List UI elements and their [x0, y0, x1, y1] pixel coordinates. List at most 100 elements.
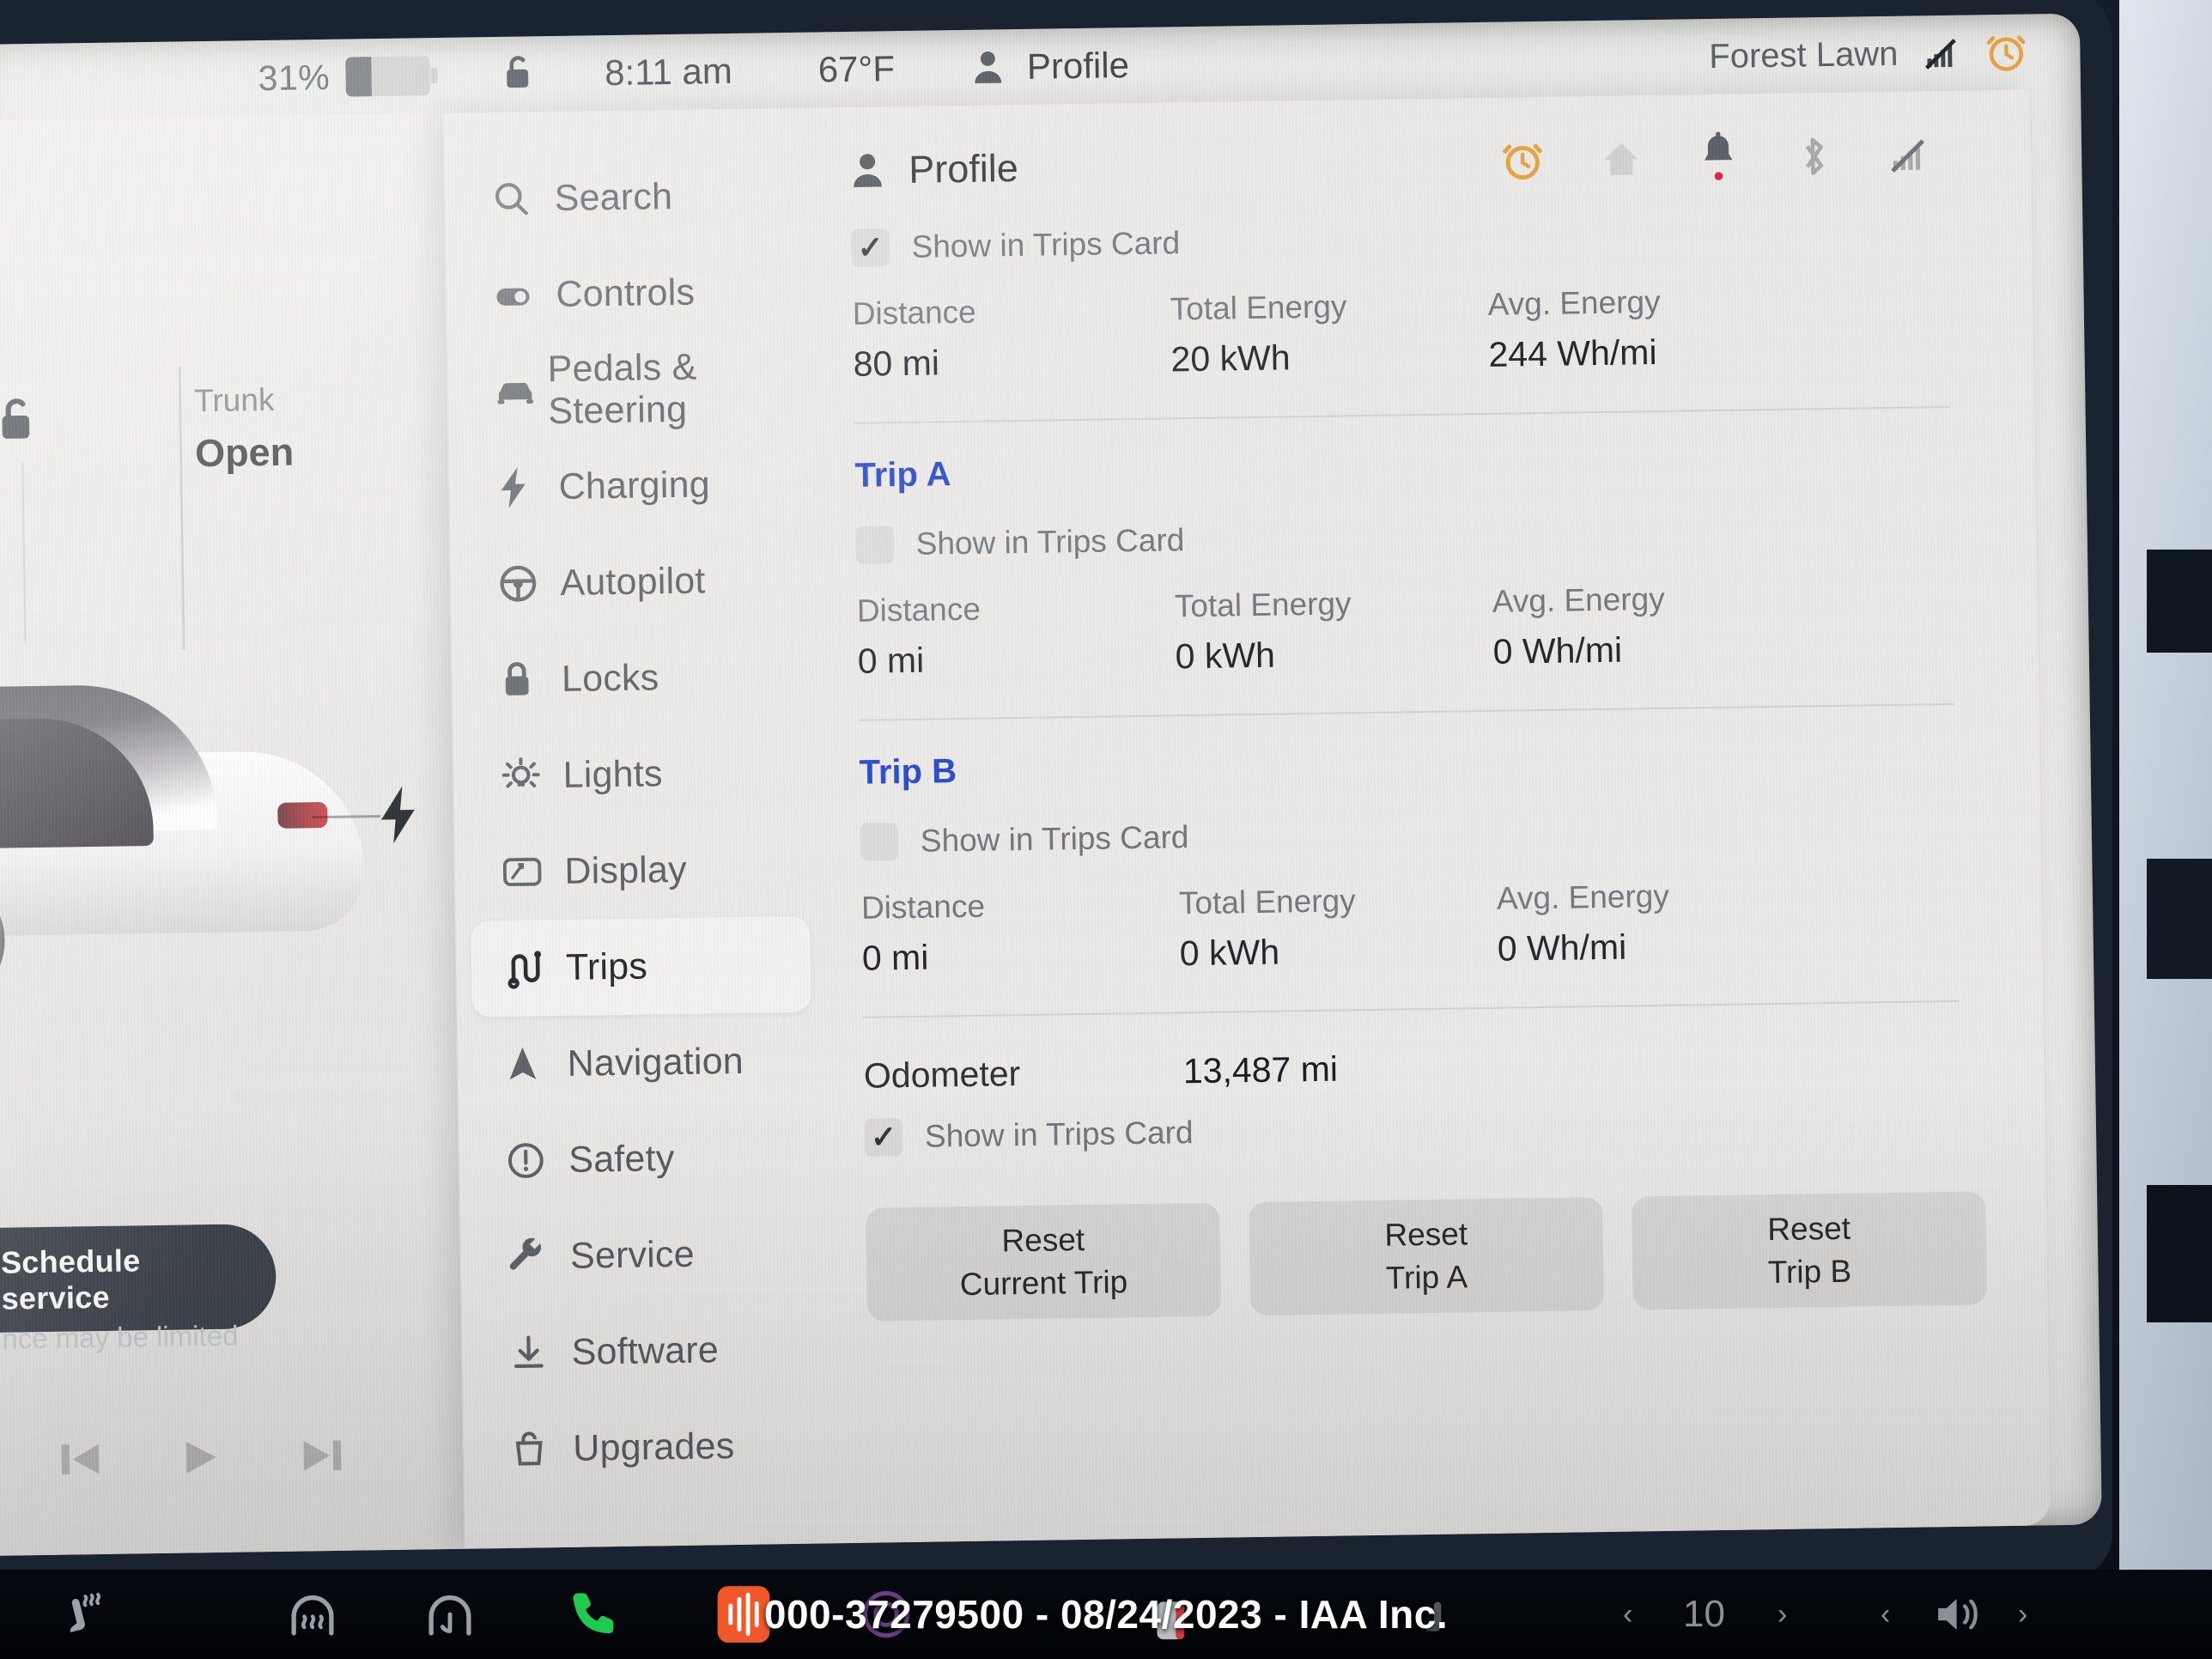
schedule-service-banner[interactable]: Schedule service nce may be limited [0, 1223, 277, 1355]
callout-line [178, 366, 185, 650]
sidebar-item-service[interactable]: Service [475, 1205, 816, 1306]
profile-button[interactable]: Profile [972, 45, 1130, 88]
stat-value: 0 Wh/mi [1492, 629, 1623, 672]
reset-trip-a-button[interactable]: Reset Trip A [1249, 1197, 1605, 1316]
page-title: Profile [850, 146, 1018, 193]
reset-trip-b-button[interactable]: Reset Trip B [1632, 1191, 1988, 1310]
checkbox-checked-icon[interactable]: ✓ [851, 228, 890, 267]
trips-content: Profile ✓ Show in Trips Card Distance 80… [823, 90, 2051, 1544]
odometer-show-toggle[interactable]: ✓ Show in Trips Card [864, 1102, 1985, 1157]
background-shape [2147, 859, 2212, 979]
alarm-clock-icon[interactable] [1499, 137, 1547, 185]
media-controls [55, 1433, 348, 1482]
sidebar-item-pedals-steering[interactable]: Pedals & Steering [462, 339, 803, 441]
page-title-label: Profile [908, 145, 1019, 191]
sidebar-item-autopilot[interactable]: Autopilot [465, 532, 806, 633]
stat-key: Avg. Energy [1496, 878, 1670, 916]
home-icon[interactable] [1599, 137, 1644, 182]
trip-b-title[interactable]: Trip B [859, 737, 1979, 792]
alarm-clock-icon[interactable] [1984, 30, 2029, 76]
temperature-increase-button[interactable]: › [1778, 1598, 1787, 1632]
toggle-icon [492, 274, 556, 316]
sidebar-item-locks[interactable]: Locks [466, 628, 807, 729]
auction-watermark: 000-37279500 - 08/24/2023 - IAA Inc. [763, 1592, 1449, 1637]
previous-track-button[interactable] [55, 1437, 106, 1482]
unlocked-padlock-icon[interactable] [0, 394, 42, 450]
trunk-label: Trunk [193, 381, 275, 419]
vehicle-visual-panel: Trunk Open Schedule service nce may be l… [0, 112, 465, 1556]
download-icon [507, 1332, 572, 1374]
stat-value: 0 mi [861, 937, 929, 978]
defrost-rear-icon[interactable] [283, 1587, 342, 1642]
sidebar-item-label: Safety [568, 1137, 675, 1181]
next-track-button[interactable] [297, 1433, 348, 1479]
sidebar-item-navigation[interactable]: Navigation [472, 1012, 813, 1114]
volume-decrease-button[interactable]: ‹ [1881, 1598, 1890, 1632]
person-icon [972, 48, 1006, 87]
play-button[interactable] [176, 1435, 227, 1480]
outside-temperature[interactable]: 67°F [817, 48, 895, 90]
sidebar-item-safety[interactable]: Safety [474, 1109, 815, 1210]
controls-card: Search Controls Pedals & Steering Chargi… [443, 89, 2051, 1549]
divider [862, 1000, 1959, 1018]
current-trip-show-toggle[interactable]: ✓ Show in Trips Card [851, 213, 1972, 267]
display-icon [501, 852, 565, 892]
stat-key: Avg. Energy [1487, 283, 1661, 322]
car-illustration[interactable] [0, 647, 418, 1025]
sidebar-item-upgrades[interactable]: Upgrades [478, 1397, 819, 1498]
stat-avg-energy: Avg. Energy 0 Wh/mi [1497, 876, 1815, 969]
sidebar-item-trips[interactable]: Trips [471, 915, 811, 1018]
button-line-1: Reset [1384, 1216, 1468, 1253]
sidebar-item-label: Software [571, 1328, 720, 1373]
sidebar-item-label: Upgrades [572, 1425, 735, 1469]
stat-key: Distance [852, 294, 977, 331]
bell-notification-icon[interactable] [1697, 131, 1741, 186]
battery-percentage: 31% [258, 57, 331, 98]
sidebar-item-display[interactable]: Display [470, 820, 811, 921]
button-line-2: Current Trip [959, 1264, 1128, 1303]
trip-a-show-toggle[interactable]: ✓ Show in Trips Card [855, 509, 1976, 564]
checkbox-unchecked-icon[interactable]: ✓ [860, 823, 899, 861]
bluetooth-icon[interactable] [1793, 132, 1833, 181]
stat-value: 20 kWh [1170, 337, 1291, 380]
location-label[interactable]: Forest Lawn [1709, 34, 1899, 76]
sidebar-item-charging[interactable]: Charging [464, 435, 805, 537]
temperature-value[interactable]: 10 [1683, 1593, 1725, 1636]
volume-increase-button[interactable]: › [2018, 1598, 2027, 1632]
phone-icon[interactable] [567, 1587, 622, 1642]
checkbox-unchecked-icon[interactable]: ✓ [855, 526, 895, 564]
sidebar-item-search[interactable]: Search [459, 147, 800, 248]
sidebar-item-software[interactable]: Software [477, 1301, 817, 1402]
stat-avg-energy: Avg. Energy 0 Wh/mi [1492, 579, 1811, 672]
volume-icon[interactable] [1932, 1591, 1985, 1638]
service-banner-title: Schedule service [0, 1243, 141, 1316]
unlocked-padlock-icon[interactable] [498, 52, 538, 97]
stat-total-energy: Total Energy 20 kWh [1170, 287, 1488, 380]
odometer-value: 13,487 mi [1182, 1048, 1339, 1091]
sidebar-item-label: Locks [561, 656, 659, 700]
clock-time[interactable]: 8:11 am [605, 51, 732, 94]
trip-a-title[interactable]: Trip A [854, 440, 1975, 495]
trunk-status[interactable]: Trunk Open [178, 366, 295, 650]
trip-b-show-toggle[interactable]: ✓ Show in Trips Card [860, 806, 1981, 861]
stat-value: 0 mi [857, 640, 925, 681]
no-signal-icon [1920, 33, 1962, 75]
defrost-front-icon[interactable] [421, 1587, 479, 1642]
checkbox-label: Show in Trips Card [924, 1115, 1194, 1154]
checkbox-checked-icon[interactable]: ✓ [864, 1118, 903, 1157]
sidebar-item-lights[interactable]: Lights [468, 724, 809, 825]
stat-key: Total Energy [1170, 289, 1347, 327]
checkbox-label: Show in Trips Card [915, 522, 1185, 562]
charge-bolt-icon[interactable] [374, 783, 422, 846]
divider [854, 405, 1950, 424]
seat-heater-icon[interactable] [52, 1587, 106, 1642]
reset-current-trip-button[interactable]: Reset Current Trip [866, 1202, 1222, 1322]
stat-distance: Distance 0 mi [857, 588, 1176, 681]
window-glare-background [2119, 0, 2212, 1571]
stat-avg-energy: Avg. Energy 244 Wh/mi [1487, 282, 1806, 374]
no-signal-icon[interactable] [1886, 132, 1931, 178]
temperature-decrease-button[interactable]: ‹ [1623, 1598, 1632, 1632]
service-banner-subtitle: nce may be limited [2, 1319, 239, 1355]
sidebar-item-controls[interactable]: Controls [461, 243, 802, 344]
car-front-icon [494, 370, 549, 412]
